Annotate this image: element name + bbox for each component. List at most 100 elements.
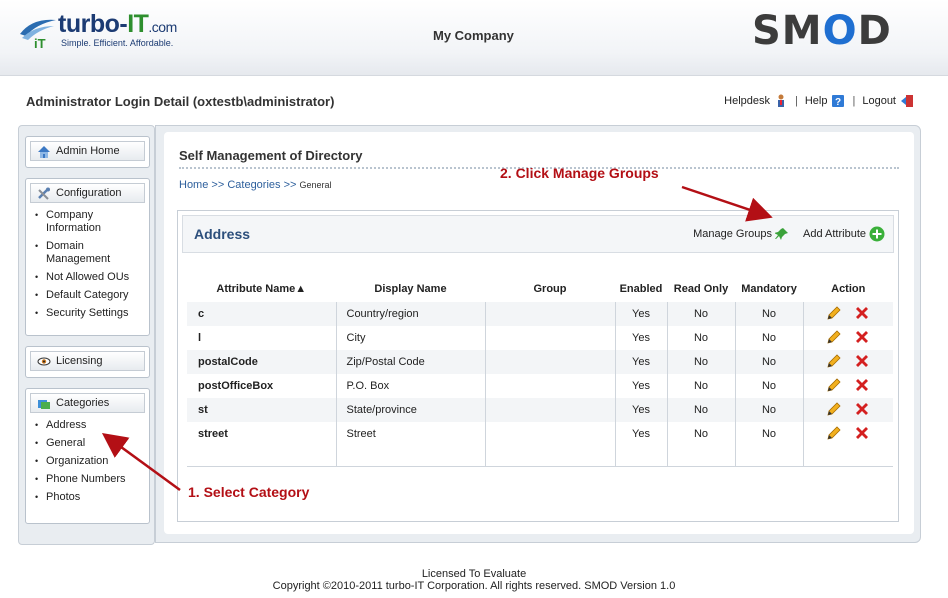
licensing-button[interactable]: Licensing [30,351,145,371]
mandatory-cell: No [734,326,803,350]
pushpin-icon [775,228,788,240]
admin-login-detail: Administrator Login Detail (oxtestb\admi… [26,94,335,109]
pencil-icon[interactable] [826,401,842,420]
col-enabled: Enabled [614,276,667,302]
add-attribute-button[interactable]: Add Attribute [803,226,885,242]
breadcrumb-categories[interactable]: Categories [227,179,280,191]
attribute-name: l [198,332,202,344]
enabled-cell: Yes [614,350,667,374]
category-title: Address [194,226,251,242]
annotation-step-1: 1. Select Category [188,484,310,500]
sidebar-item-domain-management[interactable]: Domain Management [32,240,145,266]
action-cell [802,302,893,326]
readonly-cell: No [666,302,735,326]
enabled-cell: Yes [614,374,667,398]
attributes-card-header: Address Manage Groups Add Attribute [182,215,894,253]
categories-title: Categories [56,397,110,409]
svg-text:iT: iT [34,36,46,50]
sidebar-item-organization[interactable]: Organization [32,455,145,468]
help-link[interactable]: Help [805,95,828,107]
helpdesk-link[interactable]: Helpdesk [724,95,770,107]
categories-header[interactable]: Categories [30,393,145,413]
plus-circle-icon [869,226,885,242]
admin-home-label: Admin Home [56,145,120,157]
attribute-name: street [198,428,228,440]
configuration-box: Configuration Company Information Domain… [25,178,150,336]
sidebar-item-company-information[interactable]: Company Information [32,209,145,235]
group-cell [484,326,615,350]
group-cell [484,422,615,446]
pencil-icon[interactable] [826,329,842,348]
logo-wordmark: turbo-IT.com [58,10,177,38]
col-read-only: Read Only [666,276,735,302]
display-name: Street [335,422,485,446]
col-mandatory: Mandatory [734,276,803,302]
logo-tagline: Simple. Efficient. Affordable. [61,38,174,48]
turbo-it-logo: iT turbo-IT.com Simple. Efficient. Affor… [18,10,188,54]
manage-groups-label: Manage Groups [693,228,772,240]
admin-home-button[interactable]: Admin Home [30,141,145,161]
pencil-icon[interactable] [826,305,842,324]
mandatory-cell: No [734,350,803,374]
logout-link[interactable]: Logout [862,95,896,107]
top-links: Helpdesk | Help ? | Logout [724,94,914,108]
categories-box: Categories Address General Organization … [25,388,150,524]
turbo-it-swoosh-icon: iT [20,19,56,50]
x-icon[interactable] [854,425,870,444]
configuration-header[interactable]: Configuration [30,183,145,203]
display-name: City [335,326,485,350]
readonly-cell: No [666,326,735,350]
table-row: st State/province Yes No No [187,398,893,422]
x-icon[interactable] [854,329,870,348]
logout-door-icon[interactable] [900,94,914,108]
breadcrumb-home[interactable]: Home [179,179,208,191]
pencil-icon[interactable] [826,377,842,396]
folders-icon [38,399,50,409]
sidebar-item-address[interactable]: Address [32,419,145,432]
group-cell [484,350,615,374]
sidebar: Admin Home Configuration Company Informa… [18,125,155,545]
group-cell [484,398,615,422]
help-book-icon[interactable]: ? [831,94,845,108]
license-text: Licensed To Evaluate [421,568,527,580]
readonly-cell: No [666,398,735,422]
attribute-name: postOfficeBox [198,380,274,392]
licensing-label: Licensing [56,355,103,367]
group-cell [484,302,615,326]
breadcrumb-current: General [299,180,332,190]
attribute-name: postalCode [187,350,336,374]
sidebar-item-phone-numbers[interactable]: Phone Numbers [32,473,145,486]
company-name: My Company [433,28,514,43]
action-cell [802,422,893,446]
col-attribute-name[interactable]: Attribute Name▲ [187,276,336,302]
sidebar-item-security-settings[interactable]: Security Settings [32,307,145,320]
x-icon[interactable] [854,377,870,396]
sidebar-item-default-category[interactable]: Default Category [32,289,145,302]
sidebar-item-photos[interactable]: Photos [32,491,145,504]
helpdesk-person-icon[interactable] [774,94,788,108]
action-cell [802,326,893,350]
enabled-cell: Yes [614,302,667,326]
x-icon[interactable] [854,401,870,420]
action-cell [802,398,893,422]
pencil-icon[interactable] [826,425,842,444]
x-icon[interactable] [854,305,870,324]
table-header-row: Attribute Name▲ Display Name Group Enabl… [187,276,893,302]
sidebar-item-general[interactable]: General [32,437,145,450]
eye-icon [37,357,51,365]
attribute-name: c [187,302,336,326]
group-cell [484,374,615,398]
table-row: street Street Yes No No [187,422,893,446]
manage-groups-button[interactable]: Manage Groups [693,227,789,241]
table-row: postalCode Zip/Postal Code Yes No No [187,350,893,374]
mandatory-cell: No [734,422,803,446]
pencil-icon[interactable] [826,353,842,372]
x-icon[interactable] [854,353,870,372]
breadcrumb: Home >> Categories >> General [179,179,332,191]
enabled-cell: Yes [614,326,667,350]
page-title: Self Management of Directory [179,148,363,163]
user-bar: Administrator Login Detail (oxtestb\admi… [0,77,948,121]
sidebar-item-not-allowed-ous[interactable]: Not Allowed OUs [32,271,145,284]
attribute-name: st [187,398,336,422]
col-action: Action [802,276,893,302]
